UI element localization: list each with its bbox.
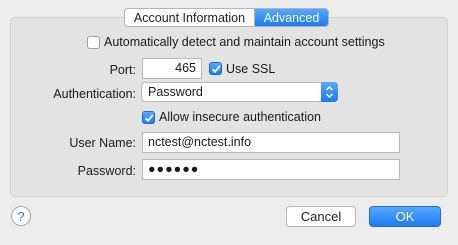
- question-mark-icon: ?: [17, 208, 25, 224]
- tab-account-information[interactable]: Account Information: [125, 9, 255, 26]
- authentication-select[interactable]: Password: [141, 82, 338, 102]
- tab-switcher: Account Information Advanced: [124, 8, 329, 27]
- allow-insecure-authentication-label: Allow insecure authentication: [159, 110, 321, 124]
- tab-account-information-label: Account Information: [133, 10, 246, 25]
- checkmark-icon: [211, 65, 221, 74]
- up-down-chevron-icon: [325, 85, 334, 99]
- authentication-label: Authentication:: [53, 87, 136, 101]
- user-name-label: User Name:: [69, 136, 136, 150]
- auto-detect-checkbox[interactable]: [87, 36, 100, 49]
- advanced-settings-panel: Automatically detect and maintain accoun…: [10, 17, 448, 197]
- use-ssl-checkbox[interactable]: [209, 62, 222, 75]
- auto-detect-label: Automatically detect and maintain accoun…: [104, 35, 385, 49]
- cancel-button-label: Cancel: [300, 209, 342, 224]
- use-ssl-label: Use SSL: [226, 62, 276, 76]
- password-label: Password:: [77, 164, 136, 178]
- authentication-selected-value: Password: [148, 85, 203, 99]
- tab-advanced-label: Advanced: [263, 10, 320, 25]
- port-label: Port:: [109, 63, 136, 77]
- cancel-button[interactable]: Cancel: [286, 206, 356, 227]
- help-button[interactable]: ?: [11, 206, 31, 226]
- ok-button-label: OK: [395, 209, 415, 224]
- checkmark-icon: [144, 114, 154, 123]
- user-name-field[interactable]: nctest@nctest.info: [142, 132, 400, 153]
- ok-button[interactable]: OK: [369, 206, 441, 227]
- port-field[interactable]: 465: [142, 58, 202, 79]
- select-arrow: [321, 82, 338, 102]
- password-field[interactable]: ●●●●●●: [142, 159, 400, 180]
- tab-advanced[interactable]: Advanced: [255, 9, 328, 26]
- allow-insecure-authentication-checkbox[interactable]: [142, 111, 155, 124]
